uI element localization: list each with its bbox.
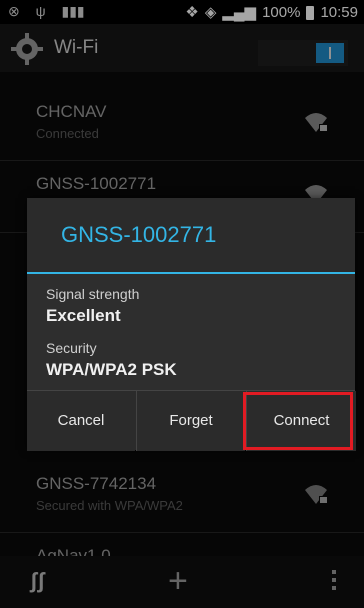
connect-button[interactable]: Connect bbox=[246, 391, 356, 451]
signal-strength-label: Signal strength bbox=[46, 286, 140, 302]
dialog-body: Signal strength Excellent Security WPA/W… bbox=[27, 274, 355, 390]
security-label: Security bbox=[46, 340, 97, 356]
dialog-title: GNSS-1002771 bbox=[61, 222, 217, 247]
security-value: WPA/WPA2 PSK bbox=[46, 360, 177, 379]
network-dialog: GNSS-1002771 Signal strength Excellent S… bbox=[27, 198, 356, 451]
dialog-title-bar: GNSS-1002771 bbox=[27, 198, 355, 274]
dialog-buttons: Cancel Forget Connect bbox=[27, 390, 356, 451]
cancel-button[interactable]: Cancel bbox=[27, 391, 135, 451]
signal-strength-value: Excellent bbox=[46, 306, 121, 325]
forget-button[interactable]: Forget bbox=[136, 391, 245, 451]
